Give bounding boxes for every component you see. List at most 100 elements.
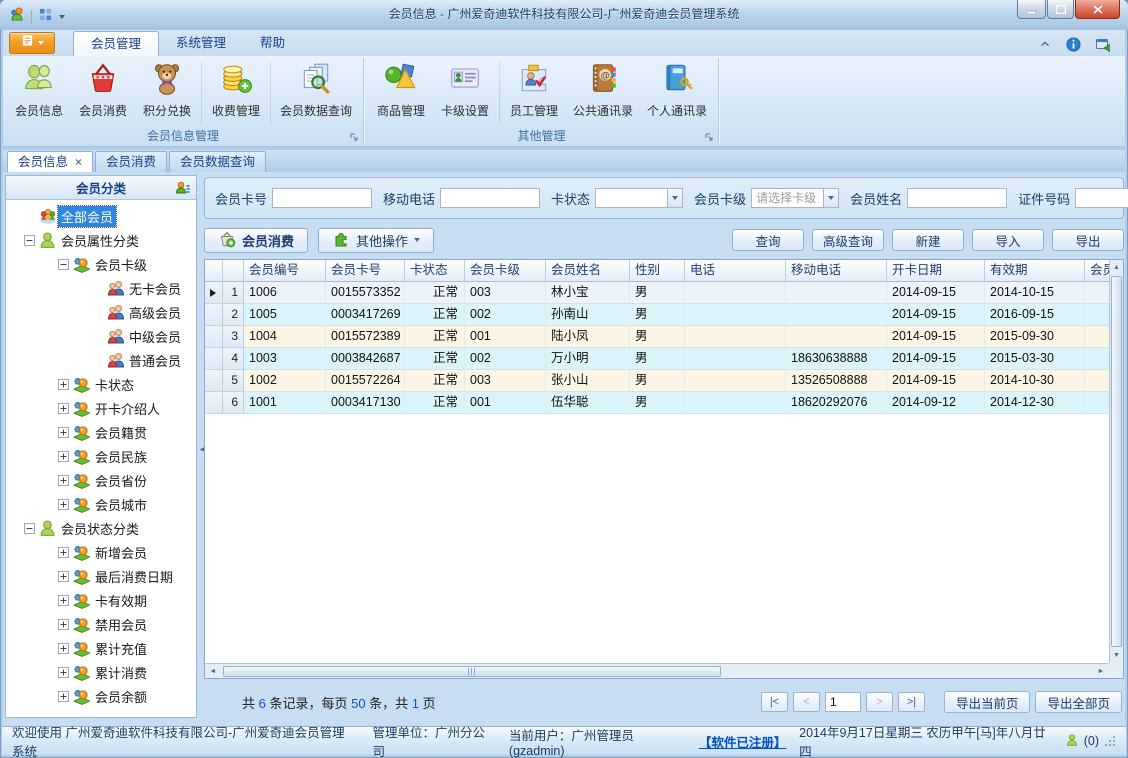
ribbon-button-fee-manage[interactable]: 收费管理 bbox=[204, 58, 268, 128]
ribbon-tab-member-manage[interactable]: 会员管理 bbox=[73, 31, 160, 56]
tree-item-card-status[interactable]: 卡状态 bbox=[6, 372, 196, 396]
table-row[interactable]: 3 1004 0015572389 正常 001 陆小凤男 2014-09-15 2015-0… bbox=[205, 326, 1109, 348]
table-row[interactable]: 6 1001 0003417130 正常 001 伍华聪男 18620292076 2014-… bbox=[205, 392, 1109, 414]
scroll-left-arrow[interactable]: ◄ bbox=[205, 664, 221, 678]
tree-item-member-hometown[interactable]: 会员籍贯 bbox=[6, 420, 196, 444]
tree-item-total-recharge[interactable]: 累计充值 bbox=[6, 636, 196, 660]
tree-expander-icon[interactable] bbox=[22, 234, 37, 246]
doc-tab-member-consume[interactable]: 会员消费 bbox=[95, 151, 168, 172]
ribbon-button-card-level-setting[interactable]: 卡级设置 bbox=[433, 58, 497, 128]
support-icon[interactable] bbox=[1095, 36, 1111, 57]
table-row[interactable]: 5 1002 0015572264 正常 003 张小山男 13526508888 2014-… bbox=[205, 370, 1109, 392]
column-header-card-level[interactable]: 会员卡级 bbox=[465, 260, 546, 282]
export-button[interactable]: 导出 bbox=[1052, 229, 1124, 251]
tree-expander-icon[interactable] bbox=[56, 450, 71, 462]
tree-expander-icon[interactable] bbox=[56, 258, 71, 270]
registered-link[interactable]: 【软件已注册】 bbox=[699, 732, 787, 751]
column-header-open-date[interactable]: 开卡日期 bbox=[887, 260, 985, 282]
tree-item-member-attribute-category[interactable]: 会员属性分类 bbox=[6, 228, 196, 252]
tree-item-card-validity[interactable]: 卡有效期 bbox=[6, 588, 196, 612]
first-page-button[interactable]: |< bbox=[760, 692, 788, 712]
ribbon-button-member-consume[interactable]: 会员消费 bbox=[71, 58, 135, 128]
column-header-phone[interactable]: 电话 bbox=[685, 260, 786, 282]
prev-page-button[interactable]: < bbox=[792, 692, 820, 712]
export-all-pages-button[interactable]: 导出全部页 bbox=[1035, 691, 1122, 713]
tree-expander-icon[interactable] bbox=[56, 474, 71, 486]
column-header-rownum[interactable] bbox=[223, 260, 244, 282]
tree-item-member-ethnicity[interactable]: 会员民族 bbox=[6, 444, 196, 468]
dialog-launcher-icon[interactable] bbox=[349, 130, 359, 146]
ribbon-button-employee-manage[interactable]: 员工管理 bbox=[502, 58, 566, 128]
table-row[interactable]: 4 1003 0003842687 正常 002 万小明男 18630638888 2014-… bbox=[205, 348, 1109, 370]
column-header-mobile[interactable]: 移动电话 bbox=[786, 260, 887, 282]
ribbon-button-public-contacts[interactable]: @ 公共通讯录 bbox=[566, 58, 640, 128]
ribbon-button-member-data-query[interactable]: 会员数据查询 bbox=[273, 58, 359, 128]
scroll-down-arrow[interactable]: ▼ bbox=[1110, 648, 1123, 663]
tree-expander-icon[interactable] bbox=[22, 522, 37, 534]
tree-expander-icon[interactable] bbox=[56, 594, 71, 606]
column-header-gender[interactable]: 性别 bbox=[630, 260, 685, 282]
dialog-launcher-icon[interactable] bbox=[704, 130, 714, 146]
tree-expander-icon[interactable] bbox=[56, 546, 71, 558]
tree-item-high-level-member[interactable]: 高级会员 bbox=[6, 300, 196, 324]
tree-item-disabled-members[interactable]: 禁用会员 bbox=[6, 612, 196, 636]
other-actions-button[interactable]: 其他操作 bbox=[318, 227, 435, 253]
tree-item-member-balance[interactable]: 会员余额 bbox=[6, 684, 196, 708]
member-consume-button[interactable]: 会员消费 bbox=[204, 227, 309, 253]
doc-tab-member-info[interactable]: 会员信息 × bbox=[7, 151, 94, 172]
horizontal-scroll-thumb[interactable] bbox=[223, 665, 721, 677]
tree-item-all-members[interactable]: 全部会员 bbox=[6, 204, 196, 228]
tree-expander-icon[interactable] bbox=[56, 690, 71, 702]
mobile-phone-input[interactable] bbox=[440, 188, 541, 208]
tree-expander-icon[interactable] bbox=[56, 402, 71, 414]
chevron-down-icon[interactable] bbox=[667, 189, 683, 207]
collapse-ribbon-icon[interactable] bbox=[1038, 37, 1052, 56]
tree-item-normal-member[interactable]: 普通会员 bbox=[6, 348, 196, 372]
new-button[interactable]: 新建 bbox=[892, 229, 964, 251]
tree-item-no-card-member[interactable]: 无卡会员 bbox=[6, 276, 196, 300]
table-row[interactable]: 1 1006 0015573352 正常 003 林小宝男 2014-09-15 2014-1… bbox=[205, 282, 1109, 304]
tree-expander-icon[interactable] bbox=[56, 426, 71, 438]
tree-item-member-status-category[interactable]: 会员状态分类 bbox=[6, 516, 196, 540]
app-menu-button[interactable] bbox=[9, 32, 55, 54]
tree-expander-icon[interactable] bbox=[56, 666, 71, 678]
column-header-card-status[interactable]: 卡状态 bbox=[405, 260, 465, 282]
tree-item-last-consume-date[interactable]: 最后消费日期 bbox=[6, 564, 196, 588]
tree-expander-icon[interactable] bbox=[56, 570, 71, 582]
tree-item-card-referrer[interactable]: 开卡介绍人 bbox=[6, 396, 196, 420]
member-category-icon[interactable] bbox=[175, 180, 191, 199]
column-header-indicator[interactable] bbox=[205, 260, 223, 282]
member-card-level-select[interactable]: 请选择卡级 bbox=[751, 188, 840, 208]
tree-expander-icon[interactable] bbox=[56, 618, 71, 630]
ribbon-button-product-manage[interactable]: 商品管理 bbox=[369, 58, 433, 128]
last-page-button[interactable]: >| bbox=[897, 692, 925, 712]
ribbon-button-personal-contacts[interactable]: 个人通讯录 bbox=[640, 58, 714, 128]
info-icon[interactable] bbox=[1066, 36, 1081, 57]
dropdown-arrow-icon[interactable] bbox=[59, 14, 65, 19]
import-button[interactable]: 导入 bbox=[972, 229, 1044, 251]
column-header-member-no[interactable]: 会员编号 bbox=[244, 260, 326, 282]
column-header-card-no[interactable]: 会员卡号 bbox=[326, 260, 405, 282]
column-header-valid-until[interactable]: 有效期 bbox=[985, 260, 1085, 282]
tree-item-member-city[interactable]: 会员城市 bbox=[6, 492, 196, 516]
export-current-page-button[interactable]: 导出当前页 bbox=[943, 691, 1031, 713]
tree-expander-icon[interactable] bbox=[56, 498, 71, 510]
ribbon-button-points-exchange[interactable]: 积分兑换 bbox=[135, 58, 199, 128]
vertical-scrollbar[interactable]: ▲ ▼ bbox=[1109, 260, 1123, 663]
id-number-input[interactable] bbox=[1075, 188, 1128, 208]
ribbon-button-member-info[interactable]: 会员信息 bbox=[7, 58, 71, 128]
tab-close-icon[interactable]: × bbox=[75, 152, 82, 172]
advanced-query-button[interactable]: 高级查询 bbox=[811, 229, 884, 251]
resize-grip[interactable] bbox=[1104, 735, 1116, 747]
tree-item-member-card-level[interactable]: 会员卡级 bbox=[6, 252, 196, 276]
minimize-button[interactable] bbox=[1017, 0, 1046, 19]
chevron-down-icon[interactable] bbox=[823, 189, 839, 207]
ribbon-tab-system-manage[interactable]: 系统管理 bbox=[159, 31, 243, 56]
ribbon-tab-help[interactable]: 帮助 bbox=[243, 31, 302, 56]
vertical-scroll-thumb[interactable] bbox=[1111, 276, 1122, 647]
member-name-input[interactable] bbox=[907, 188, 1008, 208]
card-status-select[interactable] bbox=[595, 188, 684, 208]
tree-expander-icon[interactable] bbox=[56, 642, 71, 654]
tree-expander-icon[interactable] bbox=[56, 378, 71, 390]
page-number-input[interactable] bbox=[824, 692, 861, 712]
